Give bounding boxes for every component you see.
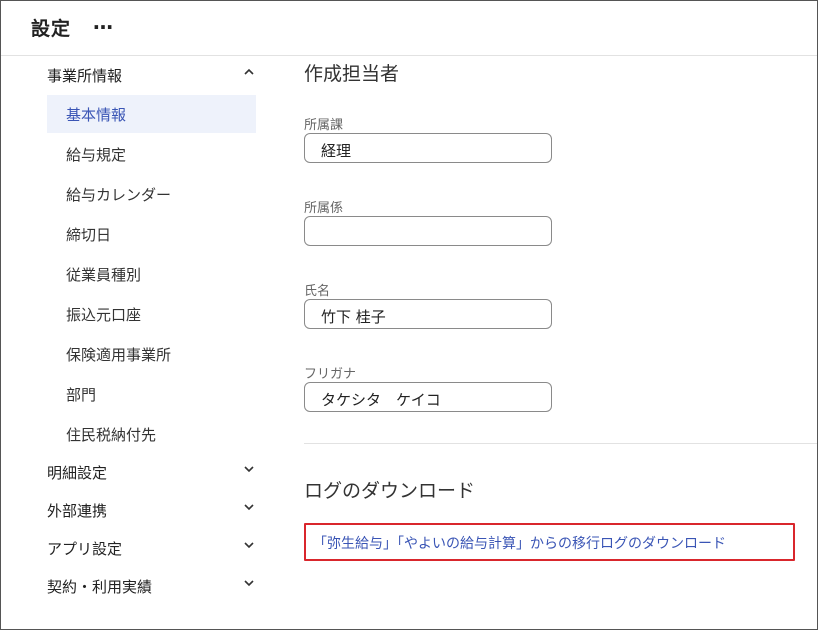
chevron-down-icon <box>243 539 255 555</box>
sidebar-item-label: 基本情報 <box>66 106 127 124</box>
sidebar-item-departments[interactable]: 部門 <box>47 375 256 413</box>
sidebar-item-label: 給与カレンダー <box>66 186 172 204</box>
section-divider <box>304 443 817 444</box>
sidebar-item-label: 締切日 <box>66 226 112 244</box>
chevron-down-icon <box>243 501 255 517</box>
department-label: 所属課 <box>304 118 344 133</box>
sidebar-section-statement-settings[interactable]: 明細設定 <box>47 455 259 491</box>
sidebar-section-label: アプリ設定 <box>47 540 123 558</box>
sidebar-section-label: 明細設定 <box>47 464 108 482</box>
sidebar-item-employee-types[interactable]: 従業員種別 <box>47 255 256 293</box>
sidebar-item-label: 住民税納付先 <box>66 426 157 444</box>
chevron-down-icon <box>243 577 255 593</box>
sidebar-item-payroll-calendar[interactable]: 給与カレンダー <box>47 175 256 213</box>
header: 設定 … <box>1 1 817 56</box>
sidebar-section-app-settings[interactable]: アプリ設定 <box>47 531 259 567</box>
chevron-up-icon <box>243 66 255 82</box>
sidebar-item-label: 従業員種別 <box>66 266 142 284</box>
sidebar-section-office-info[interactable]: 事業所情報 <box>47 58 259 94</box>
sidebar-section-label: 事業所情報 <box>47 67 123 85</box>
sidebar-item-closing-date[interactable]: 締切日 <box>47 215 256 253</box>
sidebar-item-label: 部門 <box>66 386 97 404</box>
sidebar-item-basic-info[interactable]: 基本情報 <box>47 95 256 133</box>
sidebar-section-label: 契約・利用実績 <box>47 578 153 596</box>
name-field[interactable]: 竹下 桂子 <box>304 299 552 329</box>
creator-section-title: 作成担当者 <box>304 63 400 85</box>
sidebar: 事業所情報 基本情報 給与規定 給与カレンダー 締切日 従業員種別 振込元口座 … <box>1 56 271 629</box>
more-options-icon[interactable]: … <box>93 10 114 34</box>
highlight-box: 「弥生給与」「やよいの給与計算」からの移行ログのダウンロード <box>304 523 795 561</box>
section-field[interactable] <box>304 216 552 246</box>
sidebar-item-transfer-account[interactable]: 振込元口座 <box>47 295 256 333</box>
sidebar-item-label: 振込元口座 <box>66 306 142 324</box>
furigana-label: フリガナ <box>304 367 357 382</box>
page-title: 設定 <box>31 18 72 40</box>
name-label: 氏名 <box>304 284 331 299</box>
log-download-section-title: ログのダウンロード <box>304 480 476 502</box>
sidebar-item-label: 保険適用事業所 <box>66 346 172 364</box>
settings-window: 設定 … 事業所情報 基本情報 給与規定 給与カレンダー 締切日 従業員種別 振… <box>0 0 818 630</box>
sidebar-item-insurance-office[interactable]: 保険適用事業所 <box>47 335 256 373</box>
department-field[interactable]: 経理 <box>304 133 552 163</box>
sidebar-section-label: 外部連携 <box>47 502 108 520</box>
sidebar-section-contract-usage[interactable]: 契約・利用実績 <box>47 569 259 605</box>
furigana-field[interactable]: タケシタ ケイコ <box>304 382 552 412</box>
main-content: 作成担当者 所属課 経理 所属係 氏名 竹下 桂子 フリガナ タケシタ ケイコ … <box>273 56 817 629</box>
migration-log-download-link[interactable]: 「弥生給与」「やよいの給与計算」からの移行ログのダウンロード <box>313 533 726 553</box>
section-label: 所属係 <box>304 201 344 216</box>
sidebar-item-resident-tax-payee[interactable]: 住民税納付先 <box>47 415 256 453</box>
sidebar-item-payroll-rules[interactable]: 給与規定 <box>47 135 256 173</box>
chevron-down-icon <box>243 463 255 479</box>
sidebar-item-label: 給与規定 <box>66 146 127 164</box>
sidebar-section-external-integration[interactable]: 外部連携 <box>47 493 259 529</box>
